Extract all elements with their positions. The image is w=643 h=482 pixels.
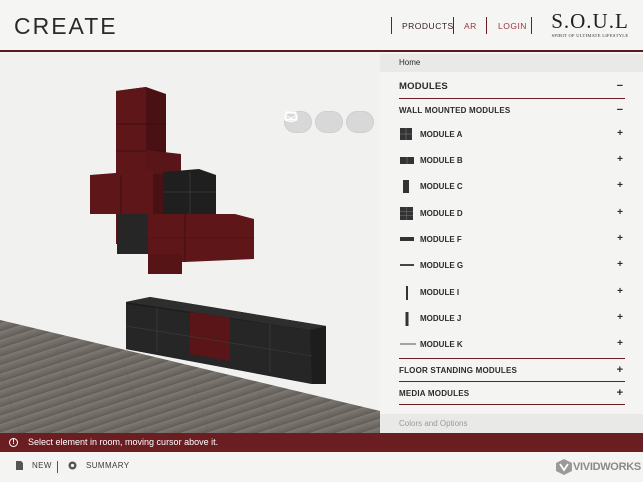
media-header[interactable]: MEDIA MODULES + xyxy=(399,388,625,402)
module-block[interactable] xyxy=(163,169,216,214)
bottom-toolbar: NEW SUMMARY VIVIDWORKS xyxy=(0,452,643,482)
divider xyxy=(399,98,625,99)
document-icon xyxy=(16,461,23,470)
wall-mounted-header[interactable]: WALL MOUNTED MODULES − xyxy=(399,105,625,119)
nav-products-link[interactable]: PRODUCTS xyxy=(402,21,454,31)
wall-mounted-collapse-toggle[interactable]: − xyxy=(617,105,623,116)
add-module-b-button[interactable]: + xyxy=(617,154,623,165)
add-module-d-button[interactable]: + xyxy=(617,207,623,218)
header: CREATE PRODUCTS AR LOGIN S.O.U.L SPIRIT … xyxy=(0,0,643,52)
modules-header[interactable]: MODULES − xyxy=(399,80,625,96)
module-j-label: MODULE J xyxy=(420,314,462,323)
logo-tagline: SPIRIT OF ULTIMATE LIFESTYLE xyxy=(551,33,629,38)
module-i-label: MODULE I xyxy=(420,288,460,297)
module-c-label: MODULE C xyxy=(420,182,463,191)
module-block[interactable] xyxy=(117,214,153,254)
summary-button[interactable]: SUMMARY xyxy=(68,461,130,470)
module-block[interactable] xyxy=(148,254,182,274)
nav-ar-link[interactable]: AR xyxy=(464,21,477,31)
module-b-icon xyxy=(400,157,414,164)
summary-icon xyxy=(68,461,77,470)
module-k-label: MODULE K xyxy=(420,340,463,349)
view-toolbar xyxy=(284,111,374,133)
module-i-row[interactable]: MODULE I + xyxy=(399,281,625,303)
add-module-i-button[interactable]: + xyxy=(617,286,623,297)
add-module-a-button[interactable]: + xyxy=(617,128,623,139)
wall-mounted-title: WALL MOUNTED MODULES xyxy=(399,106,511,115)
floor-standing-header[interactable]: FLOOR STANDING MODULES + xyxy=(399,365,625,379)
floor-standing-expand-toggle[interactable]: + xyxy=(617,365,623,376)
module-j-row[interactable]: MODULE J + xyxy=(399,307,625,329)
module-f-row[interactable]: MODULE F + xyxy=(399,228,625,250)
breadcrumb-home[interactable]: Home xyxy=(399,58,420,67)
page-title: CREATE xyxy=(14,13,118,39)
add-module-f-button[interactable]: + xyxy=(617,233,623,244)
divider xyxy=(399,381,625,382)
module-a-label: MODULE A xyxy=(420,130,463,139)
module-a-row[interactable]: MODULE A + xyxy=(399,123,625,145)
module-g-row[interactable]: MODULE G + xyxy=(399,254,625,276)
colors-options-bar[interactable]: Colors and Options xyxy=(380,414,643,433)
front-view-icon[interactable] xyxy=(285,111,343,133)
module-d-row[interactable]: MODULE D + xyxy=(399,202,625,224)
vividworks-mark-icon xyxy=(556,459,572,475)
module-c-row[interactable]: MODULE C + xyxy=(399,175,625,197)
modules-collapse-toggle[interactable]: − xyxy=(617,81,623,92)
add-module-k-button[interactable]: + xyxy=(617,338,623,349)
breadcrumb: Home xyxy=(380,54,643,72)
module-a-icon xyxy=(400,128,412,140)
app-window: CREATE PRODUCTS AR LOGIN S.O.U.L SPIRIT … xyxy=(0,0,643,482)
modules-title: MODULES xyxy=(399,81,448,92)
media-expand-toggle[interactable]: + xyxy=(617,388,623,399)
vividworks-text: VIVIDWORKS xyxy=(573,461,641,473)
module-block[interactable] xyxy=(90,170,153,214)
module-d-icon xyxy=(400,207,413,220)
module-g-label: MODULE G xyxy=(420,261,464,270)
soul-logo[interactable]: S.O.U.L SPIRIT OF ULTIMATE LIFESTYLE xyxy=(550,10,630,39)
new-label: NEW xyxy=(32,461,52,470)
nav-separator xyxy=(453,17,454,34)
media-title: MEDIA MODULES xyxy=(399,389,470,398)
toolbar-separator xyxy=(57,461,58,473)
divider xyxy=(399,404,625,405)
new-button[interactable]: NEW xyxy=(16,461,52,470)
3d-viewport[interactable] xyxy=(0,54,380,433)
add-module-j-button[interactable]: + xyxy=(617,312,623,323)
info-icon: ! xyxy=(9,438,18,447)
floor-standing-title: FLOOR STANDING MODULES xyxy=(399,366,518,375)
status-message: Select element in room, moving cursor ab… xyxy=(28,437,219,447)
module-b-row[interactable]: MODULE B + xyxy=(399,149,625,171)
module-k-icon xyxy=(400,343,416,345)
module-f-label: MODULE F xyxy=(420,235,462,244)
divider xyxy=(399,358,625,359)
add-module-c-button[interactable]: + xyxy=(617,180,623,191)
module-f-icon xyxy=(400,237,414,241)
summary-label: SUMMARY xyxy=(86,461,130,470)
logo-text: S.O.U.L xyxy=(551,9,629,33)
module-g-icon xyxy=(400,264,414,266)
module-panel: Home MODULES − WALL MOUNTED MODULES − MO… xyxy=(380,54,643,433)
nav-separator xyxy=(531,17,532,34)
add-module-g-button[interactable]: + xyxy=(617,259,623,270)
module-j-icon xyxy=(405,312,409,326)
module-k-row[interactable]: MODULE K + xyxy=(399,333,625,355)
nav-login-link[interactable]: LOGIN xyxy=(498,21,527,31)
module-b-label: MODULE B xyxy=(420,156,463,165)
sideboard-red-segment[interactable] xyxy=(190,312,230,361)
module-d-label: MODULE D xyxy=(420,209,463,218)
vividworks-logo: VIVIDWORKS xyxy=(556,459,641,475)
nav-separator xyxy=(391,17,392,34)
module-c-icon xyxy=(403,180,409,193)
module-i-icon xyxy=(406,286,408,300)
nav-separator xyxy=(486,17,487,34)
colors-options-label: Colors and Options xyxy=(399,419,468,428)
status-bar: ! Select element in room, moving cursor … xyxy=(0,433,643,452)
box-view-icon[interactable] xyxy=(284,111,374,133)
